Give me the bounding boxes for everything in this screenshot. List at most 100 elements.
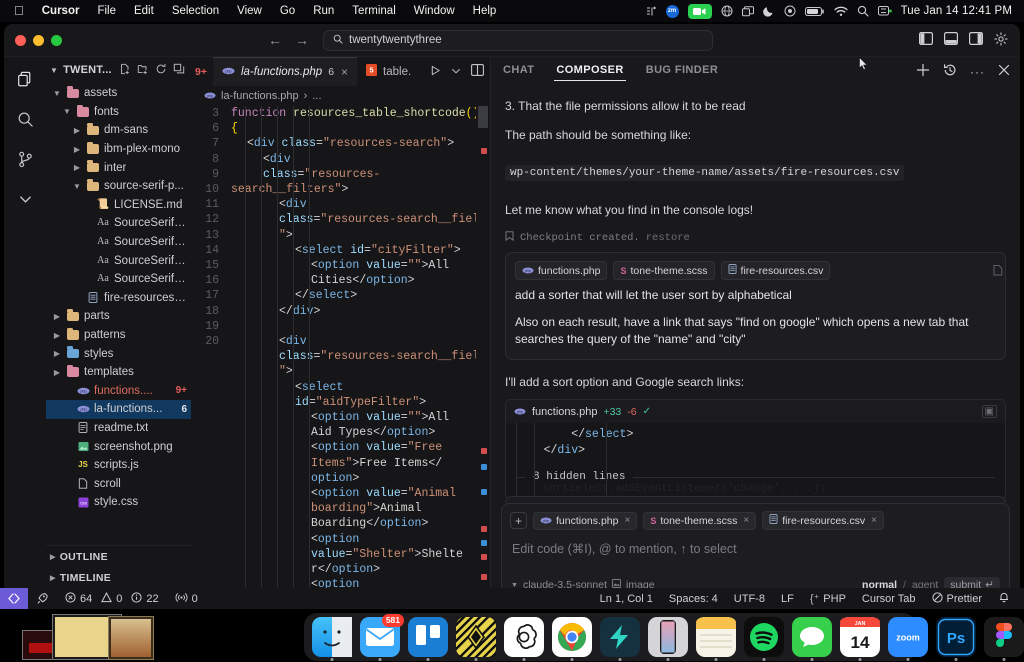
status-prettier[interactable]: Prettier xyxy=(924,591,990,606)
code-line[interactable]: <option value="Animal xyxy=(231,486,490,501)
code-editor[interactable]: 3 6 7 8 9 10 11 12 13 14 15 16 17 18 19 20 function res… xyxy=(191,106,490,609)
status-cursor-tab[interactable]: Cursor Tab xyxy=(854,593,924,605)
tree-folder-dm-sans[interactable]: ▶ dm-sans xyxy=(46,121,191,140)
history-icon[interactable] xyxy=(943,63,957,80)
refresh-icon[interactable] xyxy=(155,63,167,78)
code-line[interactable]: function resources_table_shortcode() { xyxy=(231,106,490,136)
explorer-header[interactable]: ▼ TWENT... xyxy=(46,57,191,83)
dock-item-photoshop[interactable]: Ps xyxy=(936,617,976,661)
code-line[interactable]: <div xyxy=(231,334,490,349)
close-icon[interactable]: × xyxy=(624,515,630,526)
status-language-mode[interactable]: {⁺ PHP xyxy=(802,592,854,606)
code-line[interactable] xyxy=(231,319,490,334)
split-editor-icon[interactable] xyxy=(471,64,485,79)
dock-item-finder[interactable] xyxy=(312,617,352,661)
code-line[interactable]: "> xyxy=(231,228,490,243)
code-line[interactable]: Boarding</option> xyxy=(231,516,490,531)
dock-item-notes[interactable] xyxy=(696,617,736,661)
apple-icon[interactable]:  xyxy=(8,0,33,22)
chevron-right-icon[interactable]: ▶ xyxy=(52,368,62,377)
remote-window-indicator[interactable] xyxy=(0,588,28,609)
tree-file-sourceserif4[interactable]: Aa SourceSerif4... xyxy=(46,233,191,252)
code-line[interactable]: option> xyxy=(231,471,490,486)
context-chip-functions-php[interactable]: php functions.php xyxy=(515,261,608,280)
tab-chat[interactable]: CHAT xyxy=(503,64,534,79)
code-line[interactable]: r</option> xyxy=(231,562,490,577)
dock-item-mail[interactable]: 581 xyxy=(360,614,404,661)
chevron-down-icon[interactable]: ▼ xyxy=(72,182,82,191)
tab-composer[interactable]: COMPOSER xyxy=(554,64,627,81)
dock-item-calendar[interactable]: JAN 14 xyxy=(840,617,880,661)
status-eol[interactable]: LF xyxy=(773,593,802,605)
activity-more-chevron[interactable] xyxy=(13,187,37,211)
tree-file-readme-txt[interactable]: readme.txt xyxy=(46,419,191,438)
code-line[interactable]: <div class="resources-search"> xyxy=(231,136,490,151)
chevron-right-icon[interactable]: ▶ xyxy=(52,331,62,340)
tree-file-scroll[interactable]: scroll xyxy=(46,474,191,493)
hidden-lines-divider[interactable]: 8 hidden lines xyxy=(506,469,1005,483)
minimize-window-button[interactable] xyxy=(33,34,44,46)
composer-input-area[interactable]: + php functions.php × S tone-theme.scss … xyxy=(501,503,1010,601)
new-chat-plus-icon[interactable] xyxy=(916,63,930,80)
forward-arrow-icon[interactable]: → xyxy=(295,32,309,48)
code-line[interactable]: Items">Free Items</ xyxy=(231,456,490,471)
video-green-icon[interactable] xyxy=(687,3,712,19)
code-line[interactable]: "> xyxy=(231,364,490,379)
diff-card[interactable]: php functions.php +33 -6 ✓ ▣ </select> xyxy=(505,399,1006,500)
menu-item-selection[interactable]: Selection xyxy=(163,0,228,22)
globe-icon[interactable] xyxy=(721,5,733,17)
new-file-icon[interactable] xyxy=(119,63,131,78)
dock-item-chrome[interactable] xyxy=(552,617,592,661)
tree-folder-parts[interactable]: ▶ parts xyxy=(46,307,191,326)
menu-item-go[interactable]: Go xyxy=(271,0,304,22)
code-content[interactable]: function resources_table_shortcode() {<d… xyxy=(227,106,490,609)
dock-item-iphone-mirroring[interactable] xyxy=(648,617,688,661)
more-actions-icon[interactable]: ··· xyxy=(970,65,985,79)
add-context-button[interactable]: + xyxy=(510,512,527,529)
dock-item-figma[interactable] xyxy=(984,617,1024,661)
code-line[interactable]: value="Shelter">Shelte xyxy=(231,547,490,562)
menu-item-help[interactable]: Help xyxy=(464,0,506,22)
chevron-down-icon[interactable]: ▼ xyxy=(50,66,58,75)
breadcrumb-rest[interactable]: ... xyxy=(312,90,321,102)
code-line[interactable]: Cities</option> xyxy=(231,273,490,288)
tree-folder-assets[interactable]: ▼ assets xyxy=(46,84,191,103)
tree-folder-ibm-plex-mono[interactable]: ▶ ibm-plex-mono xyxy=(46,140,191,159)
record-icon[interactable] xyxy=(784,5,796,17)
chevron-right-icon[interactable]: ▶ xyxy=(52,349,62,358)
menu-item-window[interactable]: Window xyxy=(405,0,464,22)
tree-folder-inter[interactable]: ▶ inter xyxy=(46,158,191,177)
dock-item-spotify[interactable] xyxy=(744,617,784,661)
chevron-right-icon[interactable]: ▶ xyxy=(72,163,82,172)
code-line[interactable]: class="resources-search__filters"> xyxy=(231,167,490,197)
battery-icon[interactable] xyxy=(804,6,825,17)
code-line[interactable]: <div xyxy=(231,197,490,212)
menu-item-view[interactable]: View xyxy=(228,0,271,22)
maximize-window-button[interactable] xyxy=(51,34,62,46)
tree-file-style-css[interactable]: css style.css xyxy=(46,493,191,512)
status-problems[interactable]: 64 0 22 xyxy=(57,591,167,606)
minimized-window-thumb[interactable] xyxy=(108,616,154,660)
tree-file-functions[interactable]: php functions.... 9+ xyxy=(46,382,191,401)
sidebar-item-explorer[interactable] xyxy=(13,67,37,91)
sidebar-section-timeline[interactable]: ▶ TIMELINE xyxy=(46,567,191,588)
code-line[interactable]: class="resources-search__field xyxy=(231,212,490,227)
menu-item-terminal[interactable]: Terminal xyxy=(343,0,404,22)
code-line[interactable]: <option value="Free xyxy=(231,440,490,455)
tree-file-la-functions[interactable]: php la-functions... 6 xyxy=(46,400,191,419)
close-icon[interactable] xyxy=(998,64,1010,79)
tab-table[interactable]: 5 table. xyxy=(357,57,420,86)
scrollbar-thumb[interactable] xyxy=(478,106,488,128)
chevron-down-icon[interactable] xyxy=(451,65,461,79)
status-ports[interactable]: 0 xyxy=(167,592,206,606)
sidebar-item-source-control[interactable] xyxy=(13,147,37,171)
code-line[interactable]: Aid Types</option> xyxy=(231,425,490,440)
copy-icon[interactable] xyxy=(992,264,1004,280)
back-arrow-icon[interactable]: ← xyxy=(268,32,282,48)
restore-link[interactable]: restore xyxy=(646,232,690,244)
settings-gear-icon[interactable] xyxy=(994,31,1008,49)
menu-item-run[interactable]: Run xyxy=(304,0,343,22)
moon-icon[interactable] xyxy=(762,5,775,17)
context-chip-fire-resources-csv[interactable]: fire-resources.csv xyxy=(720,261,831,280)
code-line[interactable]: <option value="">All xyxy=(231,258,490,273)
